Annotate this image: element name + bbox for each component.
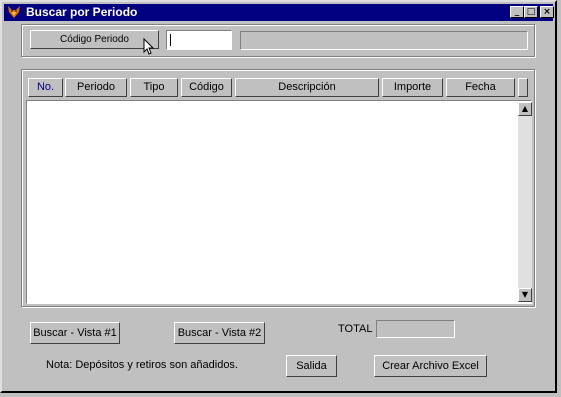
col-header-label: No. (36, 81, 55, 93)
text-caret (170, 34, 171, 46)
codigo-input[interactable] (166, 30, 232, 50)
results-list[interactable] (26, 100, 532, 304)
close-icon: × (543, 7, 551, 17)
buscar-vista-1-button[interactable]: Buscar - Vista #1 (30, 322, 120, 344)
col-header-label: Código (189, 81, 224, 93)
buscar-vista-1-label: Buscar - Vista #1 (33, 327, 117, 339)
col-header-label: Tipo (143, 81, 165, 93)
total-label: TOTAL (338, 323, 373, 335)
crear-excel-label: Crear Archivo Excel (382, 360, 479, 372)
codigo-periodo-label: Código Periodo (60, 34, 129, 45)
buscar-vista-2-label: Buscar - Vista #2 (177, 327, 262, 339)
vertical-scrollbar[interactable]: ▲ ▼ (518, 102, 532, 302)
maximize-button[interactable]: □ (524, 6, 538, 18)
col-header-label: Fecha (465, 81, 496, 93)
nota-text: Nota: Depósitos y retiros son añadidos. (46, 359, 238, 371)
col-header-tipo[interactable]: Tipo (130, 78, 178, 97)
crear-excel-button[interactable]: Crear Archivo Excel (374, 355, 487, 377)
col-header-fecha[interactable]: Fecha (446, 78, 515, 97)
periodo-description-field (240, 31, 528, 50)
main-window: Buscar por Periodo _ □ × Código Periodo … (0, 0, 557, 393)
mouse-cursor-icon (143, 38, 155, 55)
app-fox-icon (8, 6, 20, 18)
scroll-up-arrow-icon[interactable]: ▲ (518, 102, 532, 116)
col-header-codigo[interactable]: Código (181, 78, 232, 97)
col-header-extra[interactable] (518, 78, 528, 97)
col-header-importe[interactable]: Importe (382, 78, 443, 97)
buscar-vista-2-button[interactable]: Buscar - Vista #2 (174, 322, 265, 344)
col-header-label: Periodo (77, 81, 115, 93)
scroll-down-arrow-icon[interactable]: ▼ (518, 288, 532, 302)
col-header-no[interactable]: No. (28, 78, 63, 97)
minimize-button[interactable]: _ (510, 6, 524, 18)
maximize-icon: □ (526, 7, 536, 17)
col-header-periodo[interactable]: Periodo (65, 78, 127, 97)
col-header-label: Descripción (278, 81, 336, 93)
window-title: Buscar por Periodo (26, 5, 138, 19)
codigo-periodo-button[interactable]: Código Periodo (30, 30, 159, 49)
col-header-descripcion[interactable]: Descripción (235, 78, 379, 97)
col-header-label: Importe (393, 81, 432, 93)
minimize-icon: _ (514, 7, 520, 17)
salida-label: Salida (296, 360, 327, 372)
title-bar[interactable]: Buscar por Periodo _ □ × (4, 4, 554, 21)
total-field (376, 320, 455, 338)
close-button[interactable]: × (540, 6, 554, 18)
salida-button[interactable]: Salida (286, 355, 337, 377)
